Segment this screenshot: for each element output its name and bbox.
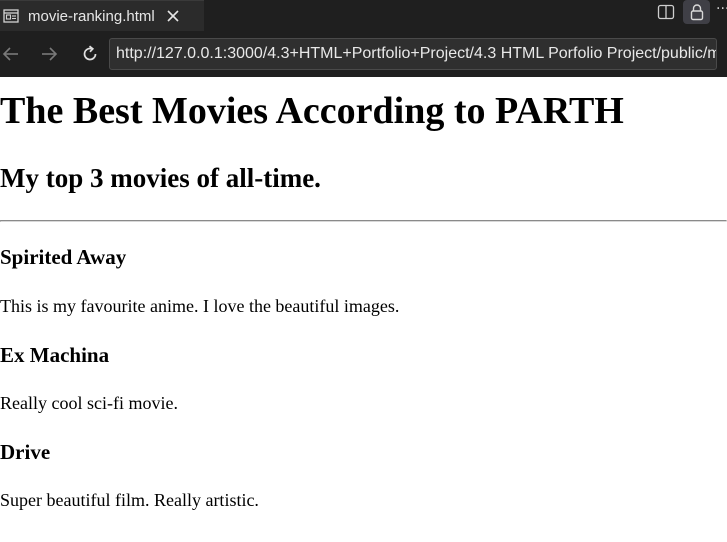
movie-description: Really cool sci-fi movie.: [0, 393, 178, 413]
file-icon: [3, 9, 19, 23]
back-arrow-icon[interactable]: [0, 43, 22, 65]
page-title: The Best Movies According to PARTH: [0, 90, 624, 132]
divider: [0, 220, 727, 222]
forward-arrow-icon[interactable]: [38, 43, 60, 65]
browser-tab[interactable]: movie-ranking.html: [0, 0, 204, 31]
lock-icon[interactable]: [683, 0, 710, 24]
movie-title: Spirited Away: [0, 245, 127, 269]
more-icon[interactable]: ···: [716, 0, 727, 24]
close-icon[interactable]: [165, 8, 181, 24]
reload-icon[interactable]: [79, 43, 101, 65]
page-content: The Best Movies According to PARTH My to…: [0, 77, 727, 542]
address-bar[interactable]: http://127.0.0.1:3000/4.3+HTML+Portfolio…: [109, 38, 717, 70]
movie-description: Super beautiful film. Really artistic.: [0, 490, 259, 510]
movie-description: This is my favourite anime. I love the b…: [0, 296, 400, 316]
movie-title: Drive: [0, 440, 51, 464]
movie-title: Ex Machina: [0, 343, 110, 367]
page-subtitle: My top 3 movies of all-time.: [0, 163, 321, 193]
tab-bar: movie-ranking.html ···: [0, 0, 727, 31]
navigation-bar: http://127.0.0.1:3000/4.3+HTML+Portfolio…: [0, 31, 727, 77]
split-view-icon[interactable]: [655, 1, 677, 23]
tab-title: movie-ranking.html: [28, 7, 155, 25]
